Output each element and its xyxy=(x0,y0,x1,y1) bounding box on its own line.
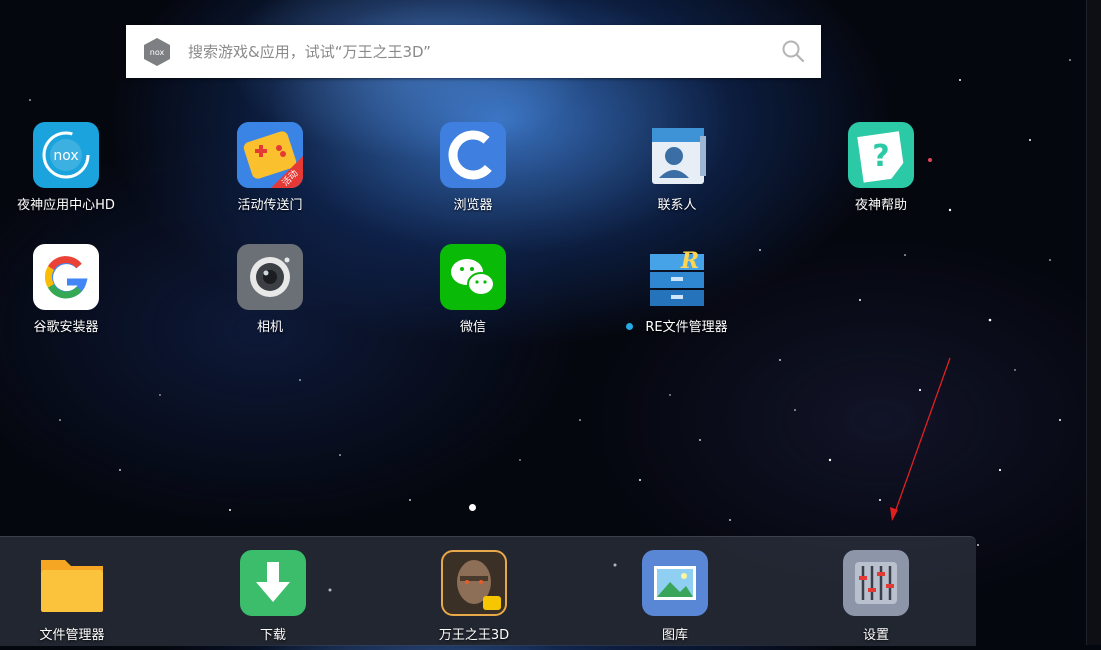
app-camera[interactable]: 相机 xyxy=(205,244,335,344)
dock: 文件管理器 下载 万王之王3D 图库 设置 xyxy=(0,536,976,646)
svg-text:nox: nox xyxy=(53,148,78,164)
app-label: 浏览器 xyxy=(453,198,493,213)
app-label: 微信 xyxy=(459,320,486,335)
google-installer-icon xyxy=(33,244,99,310)
svg-text:R: R xyxy=(680,248,699,274)
nox-logo-icon: nox xyxy=(144,38,170,66)
page-indicator-dot[interactable] xyxy=(469,504,476,511)
app-label: 夜神帮助 xyxy=(854,198,907,213)
help-icon: ? xyxy=(848,122,914,188)
app-google-installer[interactable]: 谷歌安装器 xyxy=(1,244,131,344)
settings-sliders-icon xyxy=(843,550,909,616)
app-browser[interactable]: 浏览器 xyxy=(408,122,538,222)
download-icon xyxy=(240,550,306,616)
app-re-file-manager[interactable]: R RE文件管理器 xyxy=(612,244,742,344)
dock-gallery[interactable]: 图库 xyxy=(610,550,740,650)
dock-settings[interactable]: 设置 xyxy=(811,550,941,650)
re-file-manager-icon: R xyxy=(644,244,710,310)
app-label: 文件管理器 xyxy=(39,628,105,643)
app-label: 相机 xyxy=(256,320,283,335)
wechat-icon xyxy=(440,244,506,310)
app-event-portal[interactable]: 活动 活动传送门 xyxy=(205,122,335,222)
svg-text:nox: nox xyxy=(150,48,165,57)
contacts-icon xyxy=(644,122,710,188)
app-nox-help[interactable]: ? 夜神帮助 xyxy=(816,122,946,222)
search-bar[interactable]: nox 搜索游戏&应用，试试“万王之王3D” xyxy=(126,25,821,78)
app-wechat[interactable]: 微信 xyxy=(408,244,538,344)
app-contacts[interactable]: 联系人 xyxy=(612,122,742,222)
app-label: RE文件管理器 xyxy=(602,316,752,335)
browser-icon xyxy=(440,122,506,188)
gamepad-event-icon: 活动 xyxy=(237,122,303,188)
new-indicator-dot xyxy=(626,323,634,330)
app-label: 下载 xyxy=(259,628,286,643)
svg-text:?: ? xyxy=(872,139,889,174)
search-placeholder[interactable]: 搜索游戏&应用，试试“万王之王3D” xyxy=(188,41,431,62)
app-label: 图库 xyxy=(661,628,688,643)
app-label: 联系人 xyxy=(657,198,697,213)
dock-download[interactable]: 下载 xyxy=(208,550,338,650)
dock-file-manager[interactable]: 文件管理器 xyxy=(7,550,137,650)
camera-icon xyxy=(237,244,303,310)
folder-icon xyxy=(39,550,105,616)
gallery-icon xyxy=(642,550,708,616)
app-label: 活动传送门 xyxy=(237,198,303,213)
window-edge xyxy=(1086,0,1101,645)
dock-game-king-of-kings[interactable]: 万王之王3D xyxy=(409,550,539,650)
app-nox-app-center[interactable]: nox 夜神应用中心HD xyxy=(1,122,131,222)
app-label: 设置 xyxy=(862,628,889,643)
game-king-of-kings-icon xyxy=(441,550,507,616)
app-label: 万王之王3D xyxy=(438,628,510,643)
app-label: 夜神应用中心HD xyxy=(17,198,115,213)
nox-app-center-icon: nox xyxy=(33,122,99,188)
search-icon[interactable] xyxy=(781,39,805,63)
app-label: 谷歌安装器 xyxy=(33,320,99,335)
